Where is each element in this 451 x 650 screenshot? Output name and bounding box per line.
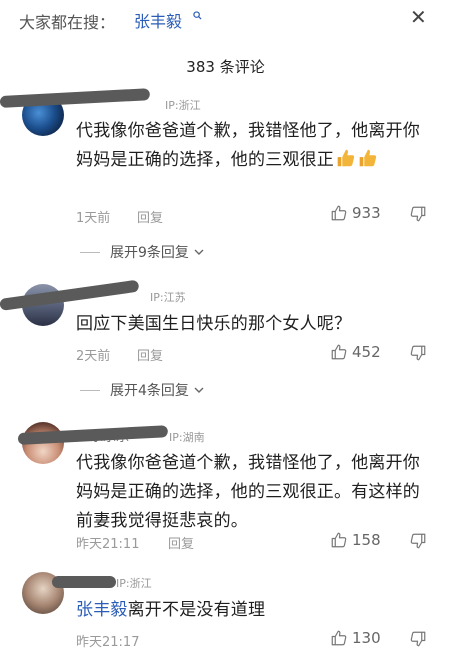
reply-button[interactable]: 回复 bbox=[137, 207, 163, 226]
dislike-button[interactable] bbox=[409, 344, 427, 362]
top-search-bar: 大家都在搜： 张丰毅 ✕ bbox=[0, 0, 451, 40]
comment-text: 代我像你爸爸道个歉，我错怪他了，他离开你妈妈是正确的选择，他的三观很正。有这样的… bbox=[76, 449, 428, 536]
ip-location: IP:浙江 bbox=[116, 577, 152, 590]
username-redaction bbox=[0, 88, 151, 108]
ip-location: IP:江苏 bbox=[150, 291, 186, 304]
dislike-button[interactable] bbox=[409, 205, 427, 223]
comment-time: 2天前 bbox=[76, 349, 111, 364]
thumbs-down-outline-icon bbox=[410, 206, 426, 222]
mention-link[interactable]: 张丰毅 bbox=[76, 600, 128, 620]
thumbs-down-outline-icon bbox=[410, 533, 426, 549]
username-redaction bbox=[52, 576, 116, 588]
like-button[interactable]: 933 bbox=[330, 204, 381, 222]
like-button[interactable]: 158 bbox=[330, 531, 381, 549]
comment-time: 昨天21:11 bbox=[76, 537, 140, 552]
thumbs-down-outline-icon bbox=[410, 631, 426, 647]
chevron-down-icon bbox=[194, 387, 204, 393]
expand-replies-button[interactable]: 展开4条回复 bbox=[80, 380, 206, 400]
comment-time: 1天前 bbox=[76, 211, 111, 226]
thumbs-up-outline-icon bbox=[331, 205, 347, 221]
search-keyword-link[interactable]: 张丰毅 bbox=[134, 8, 182, 32]
like-count: 130 bbox=[352, 629, 381, 647]
thumbs-up-emoji-icon bbox=[359, 149, 377, 167]
chevron-down-icon bbox=[194, 249, 204, 255]
search-prefix: 大家都在搜： bbox=[19, 13, 116, 32]
comment-time: 昨天21:17 bbox=[76, 635, 140, 650]
expand-replies-button[interactable]: 展开9条回复 bbox=[80, 242, 206, 262]
expand-label: 展开4条回复 bbox=[110, 383, 189, 399]
thumbs-up-outline-icon bbox=[331, 532, 347, 548]
comment-count: 383 条评论 bbox=[186, 58, 265, 76]
like-count: 933 bbox=[352, 204, 381, 222]
comment-text: 回应下美国生日快乐的那个女人呢？ bbox=[76, 310, 428, 339]
reply-button[interactable]: 回复 bbox=[168, 533, 194, 552]
comment-body: 回应下美国生日快乐的那个女人呢？ bbox=[76, 314, 352, 334]
comment-text: 代我像你爸爸道个歉，我错怪他了，他离开你妈妈是正确的选择，他的三观很正 bbox=[76, 117, 428, 175]
comment-body: 代我像你爸爸道个歉，我错怪他了，他离开你妈妈是正确的选择，他的三观很正。有这样的… bbox=[76, 453, 420, 531]
expand-label: 展开9条回复 bbox=[110, 245, 189, 261]
like-count: 452 bbox=[352, 343, 381, 361]
close-icon[interactable]: ✕ bbox=[410, 5, 427, 29]
thumbs-down-outline-icon bbox=[410, 345, 426, 361]
thumbs-up-outline-icon bbox=[331, 630, 347, 646]
comment-body: 离开不是没有道理 bbox=[127, 600, 266, 620]
like-button[interactable]: 130 bbox=[330, 629, 381, 647]
ip-location: IP:浙江 bbox=[165, 99, 201, 112]
search-icon[interactable] bbox=[193, 11, 202, 20]
comment-text: 张丰毅离开不是没有道理 bbox=[76, 596, 428, 625]
dislike-button[interactable] bbox=[409, 532, 427, 550]
thumbs-up-outline-icon bbox=[331, 344, 347, 360]
ip-location: IP:湖南 bbox=[169, 431, 205, 444]
thumbs-up-emoji-icon bbox=[337, 149, 355, 167]
like-button[interactable]: 452 bbox=[330, 343, 381, 361]
reply-button[interactable]: 回复 bbox=[137, 345, 163, 364]
like-count: 158 bbox=[352, 531, 381, 549]
username-redaction bbox=[0, 279, 140, 311]
dislike-button[interactable] bbox=[409, 630, 427, 648]
